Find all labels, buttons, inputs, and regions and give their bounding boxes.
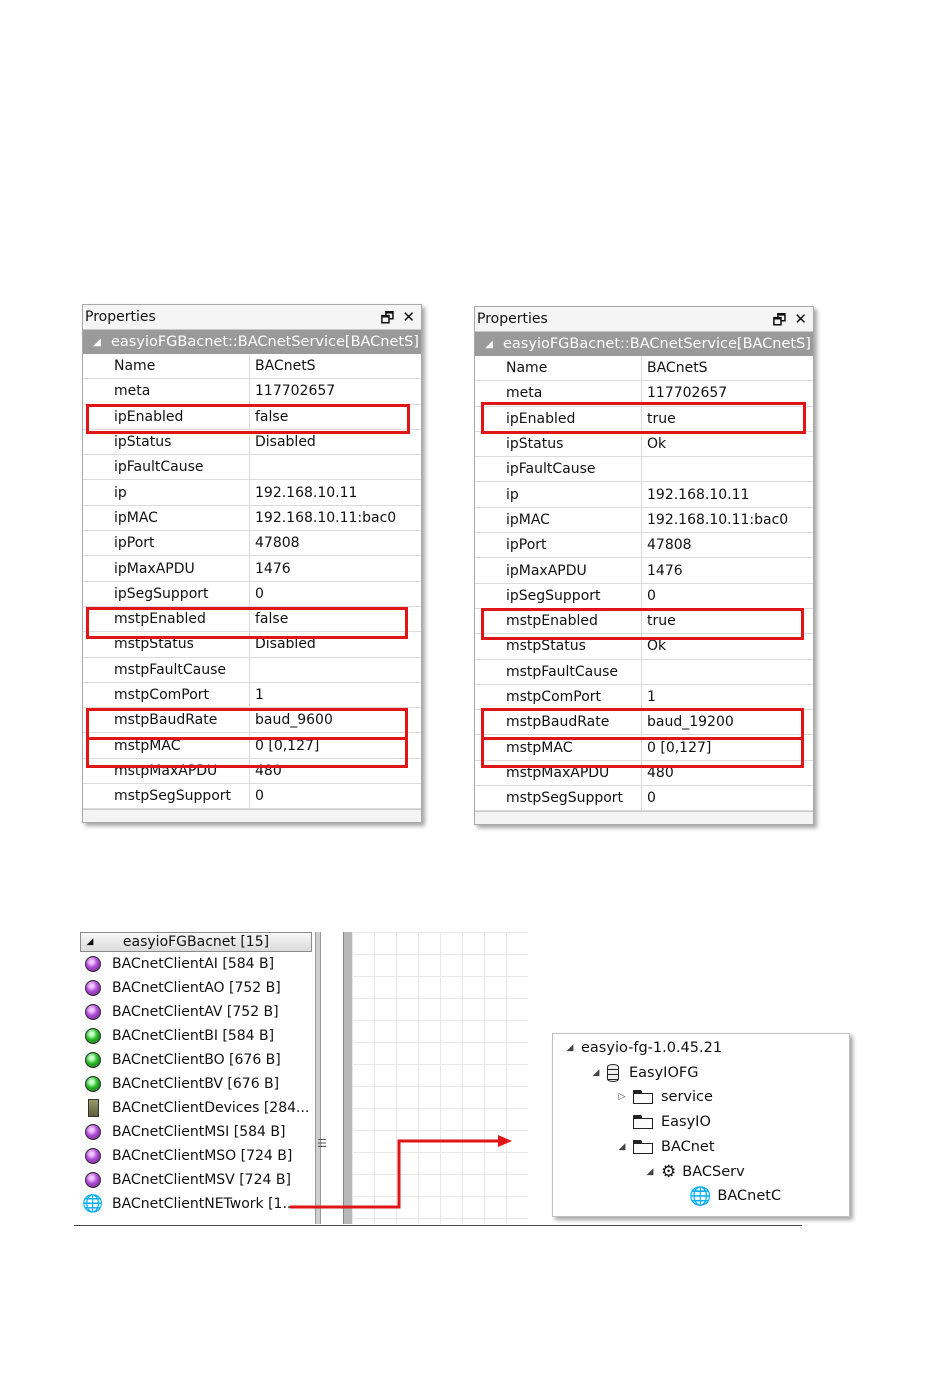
drag-arrow xyxy=(290,1135,512,1209)
drag-arrow-head xyxy=(498,1135,512,1147)
drag-arrow-line xyxy=(290,1139,500,1209)
